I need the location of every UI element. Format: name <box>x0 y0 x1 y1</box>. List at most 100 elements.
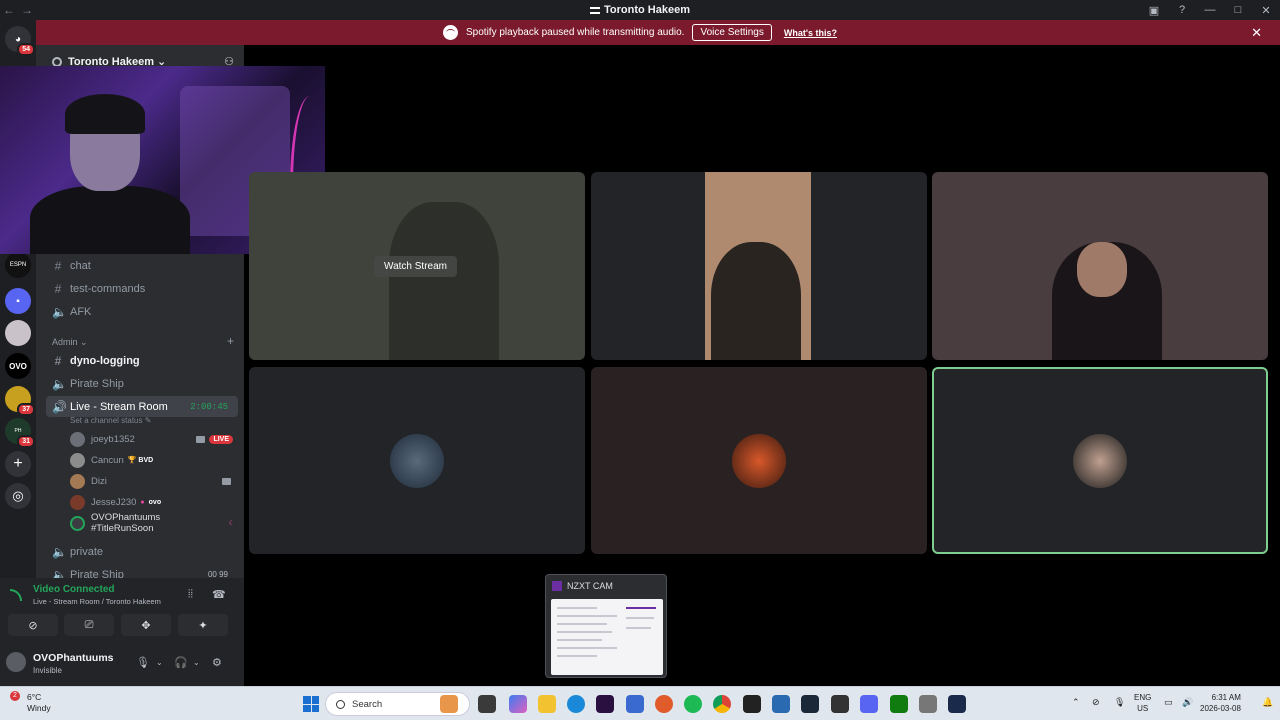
avatar <box>70 494 85 510</box>
user-status: Invisible <box>33 666 62 675</box>
tray-chevron-up-icon[interactable]: ⌃ <box>1072 697 1080 708</box>
stream-preview-player <box>389 202 499 360</box>
voice-user[interactable]: Dizi <box>70 471 235 491</box>
channel-private[interactable]: 🔈 private <box>46 541 238 562</box>
direct-messages-icon[interactable]: ◕ 54 <box>5 26 35 56</box>
avatar <box>70 431 85 447</box>
channel-dyno-logging[interactable]: # dyno-logging <box>46 350 238 371</box>
copilot-icon[interactable] <box>509 695 527 713</box>
participant-tile-speaking[interactable] <box>932 367 1268 554</box>
voice-channel-path[interactable]: Live - Stream Room / Toronto Hakeem <box>33 597 161 606</box>
spotify-icon[interactable] <box>684 695 702 713</box>
chrome-icon[interactable] <box>713 695 731 713</box>
server-icon-gold[interactable]: 37 <box>5 386 35 416</box>
voice-user[interactable]: joeyb1352 LIVE <box>70 429 235 449</box>
create-channel-icon[interactable]: + <box>227 334 234 348</box>
tray-display-icon[interactable]: ▭ <box>1164 697 1173 708</box>
taskbar-app-orange[interactable] <box>655 695 673 713</box>
taskbar-preview-popup[interactable]: NZXT CAM <box>545 574 667 678</box>
gear-icon[interactable]: ⚙ <box>212 656 222 669</box>
channel-live-stream-room[interactable]: 🔊 Live - Stream Room 2:00:45 <box>46 396 238 417</box>
xbox-icon[interactable] <box>890 695 908 713</box>
tray-volume-icon[interactable]: 🔊 <box>1182 697 1193 708</box>
video-tile[interactable] <box>932 172 1268 360</box>
soundboard-button[interactable]: ✦ <box>178 614 228 636</box>
taskbar-app-navy[interactable] <box>948 695 966 713</box>
system-clock[interactable]: 6:31 AM 2026-03-08 <box>1200 692 1241 714</box>
taskbar-app-blue[interactable] <box>772 695 790 713</box>
taskbar-app-monitor[interactable] <box>626 695 644 713</box>
activities-button[interactable]: ✥ <box>121 614 171 636</box>
server-icon-avatar[interactable] <box>5 320 31 346</box>
taskbar-app-widget[interactable] <box>440 695 458 713</box>
channel-chat[interactable]: # chat <box>46 255 238 276</box>
avatar[interactable] <box>6 652 26 672</box>
noise-suppression-icon[interactable]: ⦙⦙ <box>188 588 193 601</box>
channel-status[interactable]: Set a channel status ✎ <box>70 416 151 425</box>
inbox-icon[interactable]: ▣ <box>1140 0 1168 20</box>
weather-temp: 6°C <box>27 692 42 702</box>
username[interactable]: OVOPhantuums <box>33 652 114 664</box>
category-admin[interactable]: Admin ⌄ <box>52 337 88 348</box>
edge-icon[interactable] <box>567 695 585 713</box>
stream-tile[interactable]: Watch Stream <box>249 172 585 360</box>
headphones-icon[interactable]: 🎧 <box>174 656 188 669</box>
forward-arrow-icon[interactable]: → <box>18 3 36 17</box>
voice-status[interactable]: Video Connected <box>33 584 115 595</box>
avatar <box>390 433 444 488</box>
nzxt-cam-icon[interactable] <box>596 695 614 713</box>
server-icon-ovo[interactable]: OVO <box>5 353 31 379</box>
voice-settings-button[interactable]: Voice Settings <box>692 24 772 41</box>
language-indicator[interactable]: ENG US <box>1134 692 1151 714</box>
voice-user[interactable]: Cancun 🏆 BVD <box>70 450 235 470</box>
window-thumbnail <box>551 599 663 675</box>
channel-afk[interactable]: 🔈 AFK <box>46 301 238 322</box>
camera-off-button[interactable]: ⊘ <box>8 614 58 636</box>
participant-tile[interactable] <box>249 367 585 554</box>
file-explorer-icon[interactable] <box>538 695 556 713</box>
discord-icon[interactable] <box>860 695 878 713</box>
windows-start-icon[interactable] <box>303 696 319 712</box>
chevron-down-icon[interactable]: ⌄ <box>193 658 200 667</box>
screen-share-button[interactable]: ⎚ <box>64 614 114 636</box>
add-server-icon[interactable]: + <box>5 451 31 477</box>
maximize-button[interactable]: □ <box>1224 0 1252 20</box>
back-arrow-icon[interactable]: ← <box>0 3 18 17</box>
server-icon-phantom[interactable]: PH 31 <box>5 418 35 448</box>
watch-stream-button[interactable]: Watch Stream <box>374 256 457 277</box>
server-icon-espn[interactable]: ESPN <box>5 252 31 278</box>
explore-icon[interactable]: ◎ <box>5 483 31 509</box>
close-notice-icon[interactable]: ✕ <box>1251 25 1262 41</box>
spotify-icon <box>443 25 458 40</box>
close-window-button[interactable]: ✕ <box>1252 0 1280 20</box>
speaker-icon: 🔊 <box>52 399 67 414</box>
weather-badge: 2 <box>10 691 20 701</box>
whats-this-link[interactable]: What's this? <box>784 28 837 38</box>
speaker-icon: 🔈 <box>52 304 67 319</box>
microphone-icon[interactable]: 🎙 <box>136 656 150 669</box>
window-title: Toronto Hakeem <box>0 4 1280 16</box>
tray-network-icon[interactable]: ⊘ <box>1092 697 1100 708</box>
notification-bell-icon[interactable]: 🔔 <box>1262 697 1273 708</box>
taskbar-app-grey[interactable] <box>919 695 937 713</box>
speaker-icon: 🔈 <box>52 544 67 559</box>
taskbar-app-4k[interactable] <box>743 695 761 713</box>
tray-mic-icon[interactable]: 🎙 <box>1114 697 1125 708</box>
participant-tile[interactable] <box>591 367 927 554</box>
weather-widget[interactable]: 2 6°C Windy <box>8 691 51 714</box>
task-view-icon[interactable] <box>478 695 496 713</box>
voice-timer: 2:00:45 <box>190 401 228 412</box>
voice-user-self[interactable]: OVOPhantuums #TitleRunSoon ☾ <box>70 512 235 534</box>
steam-icon[interactable] <box>801 695 819 713</box>
chevron-down-icon[interactable]: ⌄ <box>156 658 163 667</box>
channel-test-commands[interactable]: # test-commands <box>46 278 238 299</box>
disconnect-icon[interactable]: ☎ <box>212 588 226 601</box>
voice-user[interactable]: JesseJ230 ● ovo <box>70 492 235 512</box>
server-folder-icon[interactable]: ▪ <box>5 288 31 314</box>
taskbar-app-dark[interactable] <box>831 695 849 713</box>
minimize-button[interactable]: — <box>1196 0 1224 20</box>
video-tile[interactable] <box>591 172 927 360</box>
help-icon[interactable]: ? <box>1168 0 1196 20</box>
channel-pirate-ship[interactable]: 🔈 Pirate Ship <box>46 373 238 394</box>
weather-desc: Windy <box>27 703 51 713</box>
